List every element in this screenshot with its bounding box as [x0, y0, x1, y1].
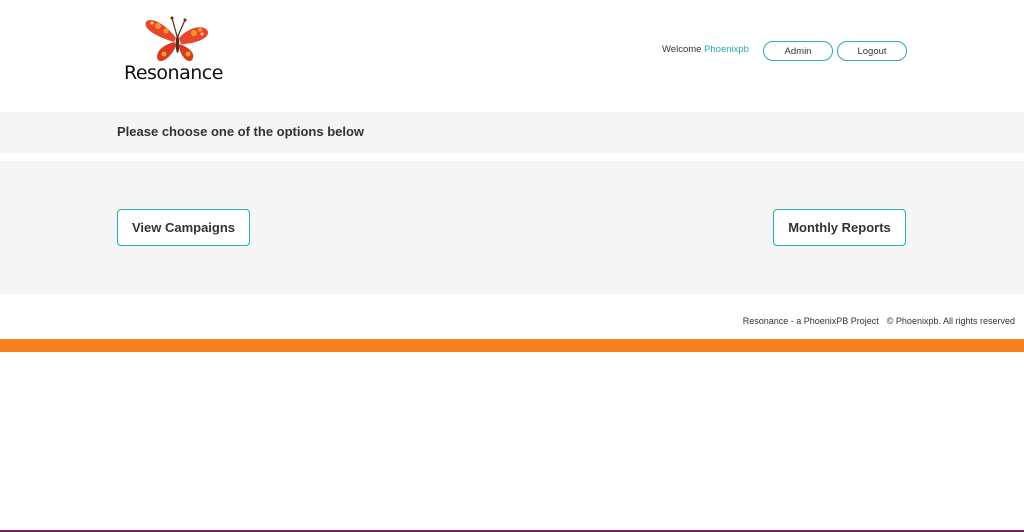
logo-text: Resonance: [124, 62, 223, 84]
monthly-reports-button[interactable]: Monthly Reports: [773, 209, 906, 246]
view-campaigns-button[interactable]: View Campaigns: [117, 209, 250, 246]
footer-project: Resonance - a PhoenixPB Project: [742, 316, 879, 326]
footer-text: Resonance - a PhoenixPB Project © Phoenix…: [743, 316, 1015, 326]
admin-button[interactable]: Admin: [763, 41, 833, 61]
header: Resonance Welcome Phoenixpb Admin Logout: [0, 0, 1024, 112]
welcome-message: Welcome Phoenixpb: [662, 44, 749, 55]
page: Resonance Welcome Phoenixpb Admin Logout…: [0, 0, 1024, 532]
prompt-bar: Please choose one of the options below: [0, 112, 1024, 153]
logout-button[interactable]: Logout: [837, 41, 907, 61]
options-panel: View Campaigns Monthly Reports: [0, 161, 1024, 294]
username-link[interactable]: Phoenixpb: [704, 44, 749, 55]
welcome-label: Welcome: [662, 44, 702, 55]
butterfly-icon: [145, 16, 209, 62]
prompt-text: Please choose one of the options below: [117, 124, 365, 139]
footer-copyright: © Phoenixpb. All rights reserved: [886, 316, 1015, 326]
logo[interactable]: Resonance: [124, 14, 224, 84]
footer-orange-bar: [0, 339, 1024, 352]
